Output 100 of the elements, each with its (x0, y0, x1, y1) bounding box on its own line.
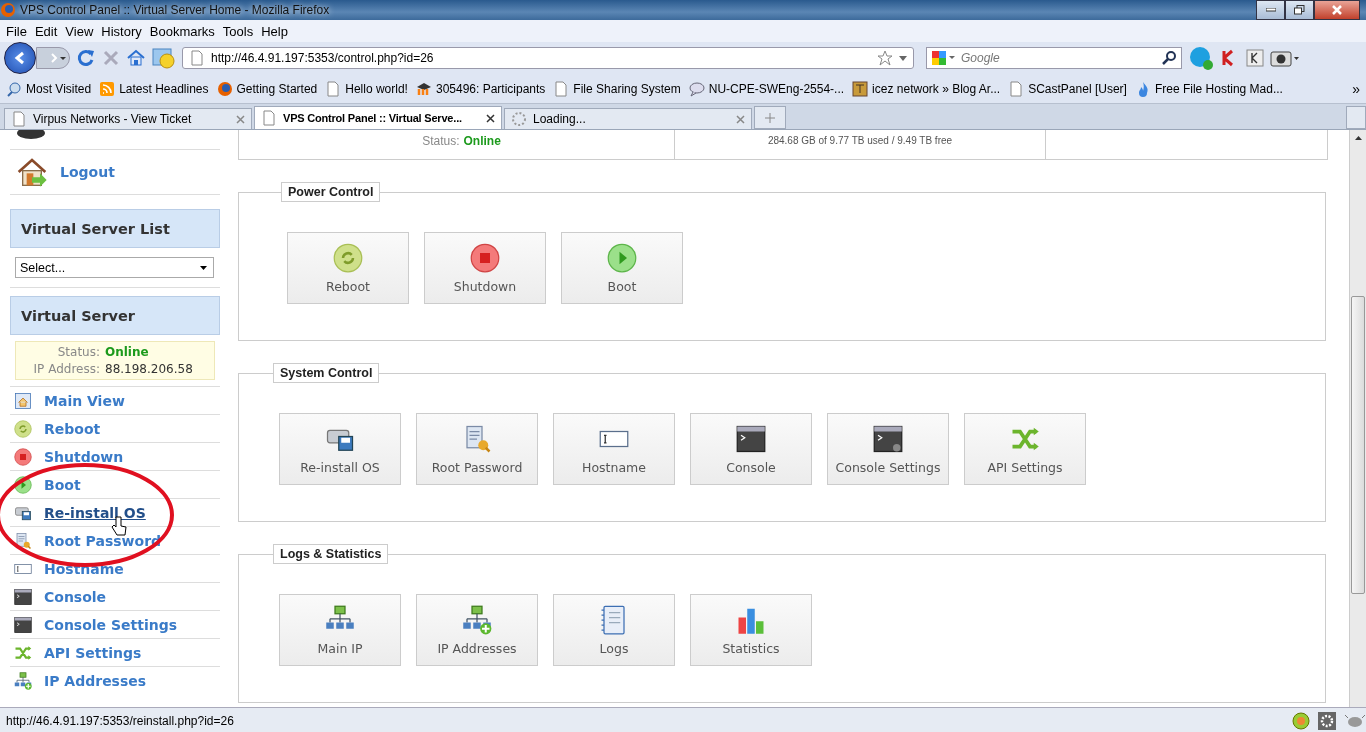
menu-item[interactable]: Tools (218, 23, 258, 39)
action-button[interactable]: Logs (553, 594, 675, 666)
browser-tab[interactable]: VPS Control Panel :: Virtual Serve... (254, 106, 502, 129)
spinner-icon (511, 111, 527, 127)
bug-icon[interactable] (1344, 712, 1366, 730)
more-bookmarks-button[interactable]: » (1352, 80, 1360, 97)
action-button[interactable]: IP Addresses (416, 594, 538, 666)
bookmark-link[interactable]: 305496: Participants (435, 81, 546, 96)
house-icon (14, 391, 32, 410)
bookmark-link[interactable]: Getting Started (236, 81, 318, 96)
ip-label: IP Address: (32, 362, 100, 376)
section-header: Virtual Server (10, 296, 220, 335)
section-title: Logs & Statistics (273, 544, 389, 564)
scrollbar[interactable] (1349, 130, 1366, 707)
status-value: Online (463, 133, 501, 148)
network-plus-icon (462, 604, 492, 635)
bookmark-link[interactable]: Free File Hosting Mad... (1154, 81, 1283, 96)
feed-icon (99, 80, 116, 97)
star-icon[interactable] (877, 50, 893, 66)
sidebar-link[interactable]: Console Settings (44, 616, 178, 633)
forward-arrow-icon[interactable] (49, 53, 67, 63)
bookmark-link[interactable]: Latest Headlines (119, 81, 209, 96)
sidebar-link[interactable]: Re-install OS (44, 504, 146, 521)
server-select[interactable]: Select... (15, 257, 214, 278)
scroll-up-icon[interactable] (1354, 136, 1362, 140)
settings-icon[interactable] (1318, 712, 1336, 730)
sun-badge-icon[interactable] (1292, 712, 1310, 730)
stop-icon (14, 447, 32, 466)
restore-button[interactable] (1285, 0, 1314, 20)
logout-link[interactable]: Logout (60, 164, 115, 180)
hand-cursor-icon (111, 516, 127, 536)
sidebar-link[interactable]: Boot (44, 476, 81, 493)
sidebar-link[interactable]: API Settings (44, 644, 142, 661)
bookmark-link[interactable]: Hello world! (345, 81, 408, 96)
action-button[interactable]: Reboot (287, 232, 409, 304)
action-button[interactable]: Boot (561, 232, 683, 304)
reboot-icon (333, 242, 363, 273)
sidebar-link[interactable]: Main View (44, 392, 125, 409)
menu-item[interactable]: Bookmarks (145, 23, 219, 39)
sidebar-link[interactable]: Console (44, 588, 107, 605)
action-button[interactable]: Re-install OS (279, 413, 401, 485)
document-key-icon (14, 531, 32, 550)
action-button[interactable]: Console (690, 413, 812, 485)
back-button[interactable] (4, 42, 36, 74)
page-icon (11, 111, 27, 127)
action-button[interactable]: Root Password (416, 413, 538, 485)
search-engine-icon[interactable] (931, 50, 957, 66)
menu-item[interactable]: Edit (30, 23, 62, 39)
magnifier-icon (6, 80, 22, 97)
action-button[interactable]: Hostname (553, 413, 675, 485)
menu-item[interactable]: File (2, 23, 31, 39)
status-value: Online (105, 345, 150, 359)
house-exit-icon (16, 156, 48, 188)
sidebar-link[interactable]: Shutdown (44, 448, 124, 465)
minimize-button[interactable] (1256, 0, 1285, 20)
action-button[interactable]: API Settings (964, 413, 1086, 485)
bookmark-link[interactable]: File Sharing System (573, 81, 681, 96)
home-icon[interactable] (126, 48, 146, 68)
action-button[interactable]: Main IP (279, 594, 401, 666)
camera-icon[interactable] (1270, 48, 1300, 68)
status-label: Status: (56, 345, 100, 359)
sidebar-link[interactable]: Reboot (44, 420, 101, 437)
close-icon[interactable] (486, 113, 495, 123)
search-bar[interactable]: Google (926, 47, 1182, 69)
restore-icon[interactable] (1294, 5, 1305, 15)
search-icon[interactable] (1161, 50, 1177, 66)
browser-tab[interactable]: Virpus Networks - View Ticket (4, 108, 252, 129)
bookmark-link[interactable]: NU-CPE-SWEng-2554-... (708, 81, 845, 96)
minimize-icon[interactable] (1265, 8, 1276, 12)
status-label: Status: (422, 133, 460, 148)
play-icon (607, 242, 637, 273)
sidebar-link[interactable]: IP Addresses (44, 672, 147, 689)
storage-usage: 284.68 GB of 9.77 TB used / 9.49 TB free (767, 135, 953, 146)
page-icon (553, 80, 570, 97)
address-bar[interactable]: http://46.4.91.197:5353/control.php?id=26 (182, 47, 914, 69)
bookmark-link[interactable]: icez network » Blog Ar... (872, 81, 1001, 96)
action-button[interactable]: Shutdown (424, 232, 546, 304)
browser-tab[interactable]: Loading... (504, 108, 752, 129)
sidebar-link[interactable]: Hostname (44, 560, 124, 577)
terminal-icon (873, 423, 903, 454)
section-title: System Control (273, 363, 380, 383)
action-button[interactable]: Console Settings (827, 413, 949, 485)
sidebar-link[interactable]: Root Password (44, 532, 162, 549)
k-key-icon[interactable] (1246, 49, 1264, 67)
action-button[interactable]: Statistics (690, 594, 812, 666)
menu-item[interactable]: Help (257, 23, 292, 39)
bookmark-link[interactable]: Most Visited (26, 81, 92, 96)
menu-item[interactable]: History (97, 23, 146, 39)
bookmark-link[interactable]: SCastPanel [User] (1028, 81, 1127, 96)
hat-icon (415, 80, 432, 97)
page-icon (325, 80, 342, 97)
dropdown-icon[interactable] (200, 265, 207, 270)
menu-item[interactable]: View (61, 23, 98, 39)
terminal-icon (14, 615, 32, 634)
reload-icon[interactable] (76, 48, 96, 68)
search-input[interactable]: Google (961, 51, 1157, 65)
speech-bubble-icon (688, 80, 705, 97)
section-title: Power Control (281, 182, 381, 202)
terminal-icon (14, 587, 32, 606)
close-button[interactable] (1314, 0, 1360, 20)
